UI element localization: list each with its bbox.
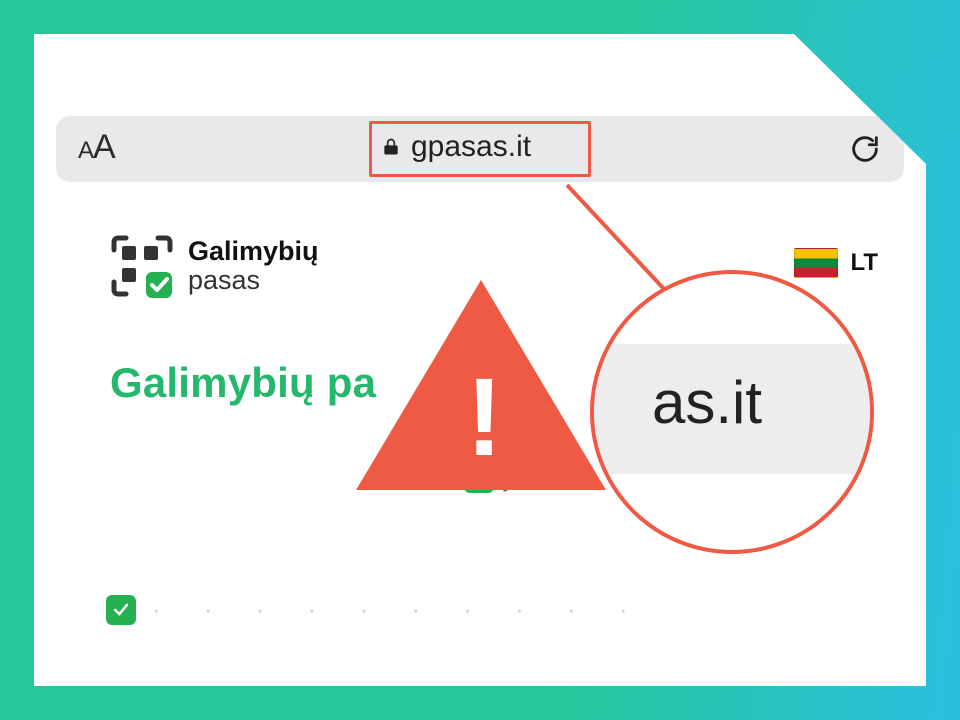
zoom-callout: as.it — [590, 270, 874, 554]
url-display[interactable]: gpasas.it — [381, 130, 531, 164]
text-size-control[interactable]: AA — [78, 128, 115, 167]
language-code: LT — [850, 249, 878, 277]
zoom-text: as.it — [652, 368, 762, 437]
site-logo: Galimybių pasas — [110, 234, 319, 298]
page-headline: Galimybių pa — [110, 359, 376, 407]
refresh-icon[interactable] — [848, 132, 882, 166]
gradient-frame: AA gpasas.it — [0, 0, 960, 720]
qr-icon — [110, 234, 174, 298]
bottom-row: · · · · · · · · · · — [106, 594, 646, 625]
flag-icon — [794, 248, 838, 278]
address-bar[interactable]: AA gpasas.it — [56, 116, 904, 182]
white-card: AA gpasas.it — [34, 34, 926, 686]
language-selector[interactable]: LT — [794, 248, 878, 278]
site-title-line2: pasas — [188, 265, 319, 296]
check-icon — [106, 595, 136, 625]
url-text: gpasas.it — [411, 130, 531, 164]
site-title-line1: Galimybių — [188, 236, 319, 267]
warning-exclamation: ! — [466, 354, 503, 481]
site-title: Galimybių pasas — [188, 236, 319, 296]
lock-icon — [381, 137, 401, 157]
